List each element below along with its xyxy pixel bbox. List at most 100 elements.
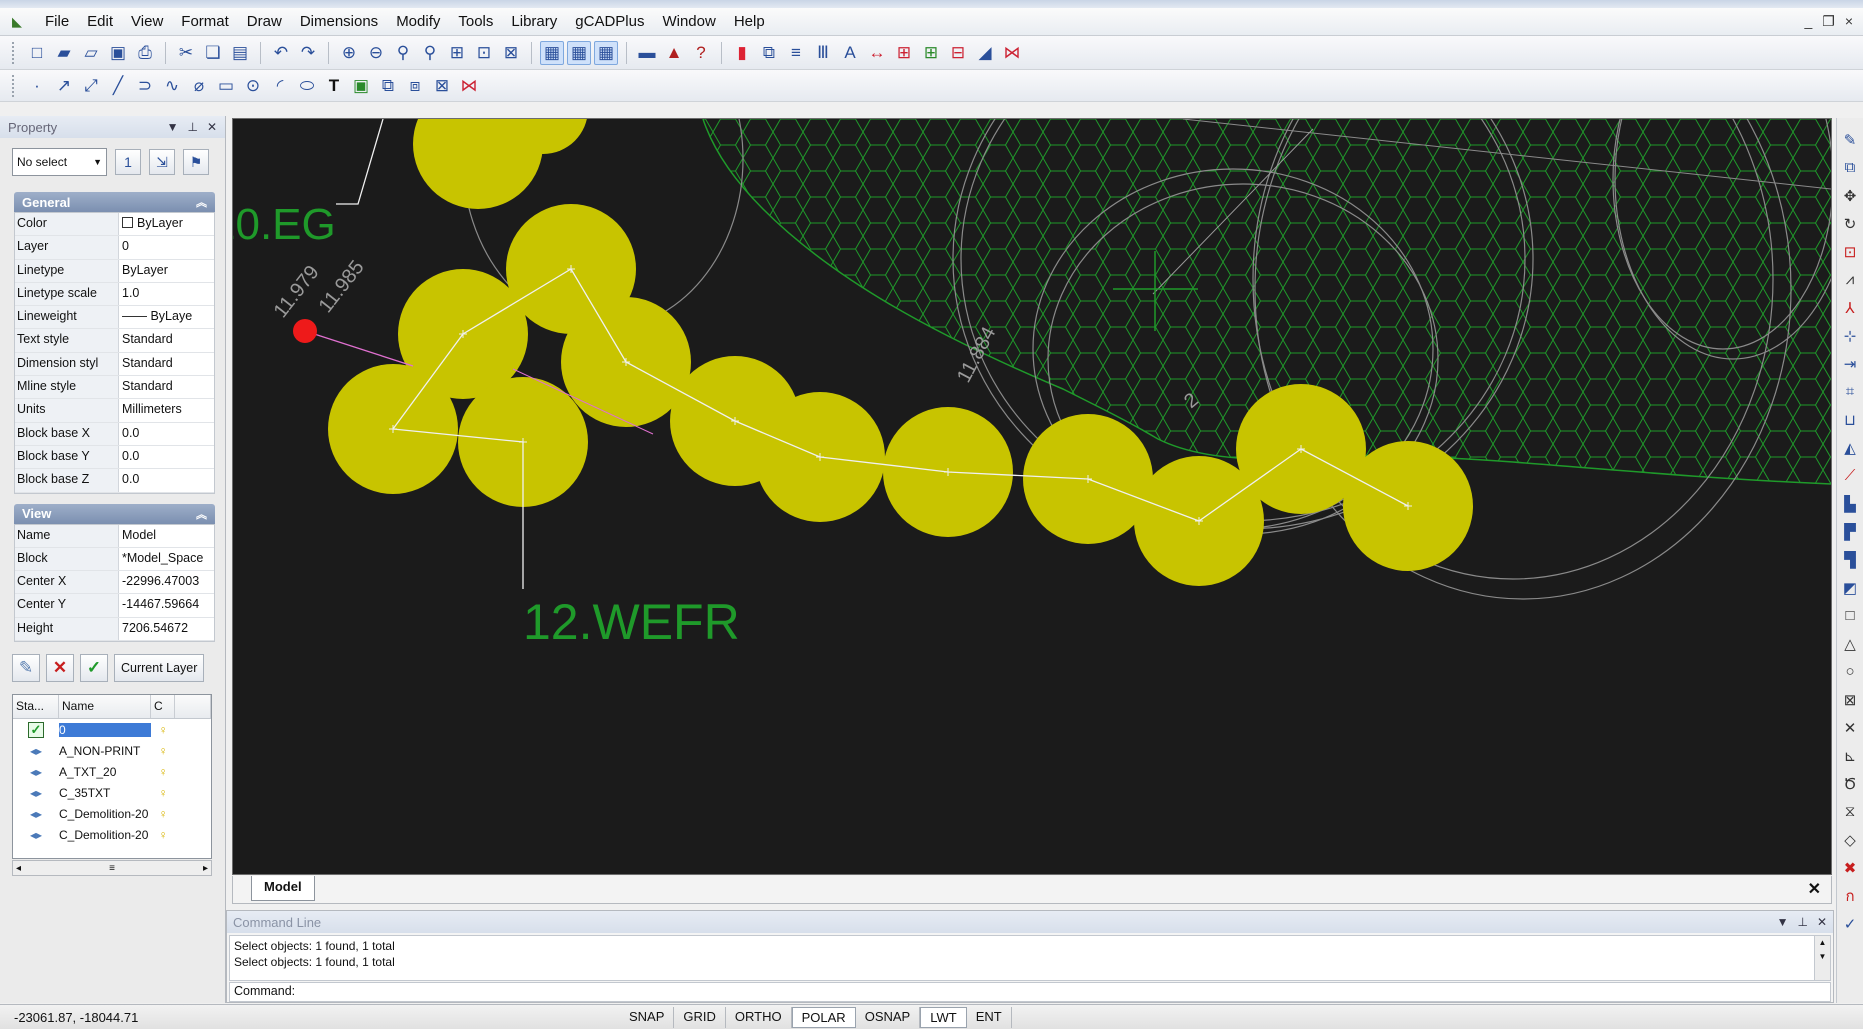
layer-manager-icon[interactable]: ⧉ — [757, 41, 781, 65]
property-value[interactable]: —— ByLaye — [119, 306, 214, 328]
restore-button[interactable]: ❐ — [1822, 13, 1835, 30]
new-file-icon[interactable]: □ — [25, 41, 49, 65]
lightbulb-icon[interactable]: ♀ — [151, 828, 175, 842]
xline-icon[interactable]: ⤢ — [79, 74, 103, 98]
snap-midpoint-icon[interactable]: △ — [1839, 632, 1861, 655]
scroll-thumb[interactable]: ≡ — [109, 863, 115, 874]
new-layer-icon[interactable]: ✎ — [12, 654, 40, 682]
drawing-svg[interactable]: 10.EG 12.WEFR 11.979 11.985 11.884 2 — [233, 119, 1831, 874]
cascade-icon[interactable]: ▦ — [594, 40, 618, 65]
status-toggle-snap[interactable]: SNAP — [620, 1006, 675, 1028]
snap-node-icon[interactable]: ⊠ — [1839, 688, 1861, 711]
property-value[interactable]: 0.0 — [119, 469, 214, 491]
status-toggle-lwt[interactable]: LWT — [920, 1006, 967, 1028]
scale-icon[interactable]: ⊡ — [1839, 240, 1861, 263]
zoom-window-icon[interactable]: ⊞ — [445, 41, 469, 65]
property-value[interactable]: Standard — [119, 353, 214, 375]
layer-row[interactable]: ◂▸ C_Demolition-20 ♀ — [13, 803, 211, 824]
stretch-icon[interactable]: ⌗ — [1839, 380, 1861, 403]
property-value[interactable]: 0.0 — [119, 423, 214, 445]
pin-icon[interactable]: ⊥ — [1797, 915, 1807, 929]
fillet-icon[interactable]: ⟋ — [1839, 464, 1861, 487]
explode-icon[interactable]: ▛ — [1839, 520, 1861, 543]
layer-status-icon[interactable]: ◂▸ — [13, 828, 59, 842]
hatch-draw-icon[interactable]: ⋈ — [457, 74, 481, 98]
rectangle-icon[interactable]: ▭ — [214, 74, 238, 98]
table-icon[interactable]: ⊟ — [946, 41, 970, 65]
open-recent-icon[interactable]: ▱ — [79, 41, 103, 65]
chamfer-icon[interactable]: ▙ — [1839, 492, 1861, 515]
block-define-icon[interactable]: ⧈ — [403, 74, 427, 98]
open-file-icon[interactable]: ▰ — [52, 41, 76, 65]
property-row[interactable]: Layer 0 — [15, 236, 214, 260]
lightbulb-icon[interactable]: ♀ — [151, 723, 175, 737]
layer-status-icon[interactable]: ◂▸ — [13, 765, 59, 779]
polyline-icon[interactable]: ⊃ — [133, 74, 157, 98]
paste-icon[interactable]: ▤ — [228, 41, 252, 65]
panel-close-icon[interactable]: ✕ — [207, 120, 217, 134]
delete-layer-icon[interactable]: ✕ — [46, 654, 74, 682]
layer-row[interactable]: ◂▸ A_TXT_20 ♀ — [13, 761, 211, 782]
drawing-canvas[interactable]: 10.EG 12.WEFR 11.979 11.985 11.884 2 — [232, 118, 1832, 875]
ellipse-icon[interactable]: ⬭ — [295, 74, 319, 98]
zoom-out-icon[interactable]: ⊖ — [364, 41, 388, 65]
menu-edit[interactable]: Edit — [78, 13, 122, 30]
rotate-icon[interactable]: ↻ — [1839, 212, 1861, 235]
panel-menu-icon[interactable]: ▼ — [167, 120, 179, 134]
trim-icon[interactable]: ⊹ — [1839, 324, 1861, 347]
menu-help[interactable]: Help — [725, 13, 774, 30]
property-row[interactable]: Name Model — [15, 524, 214, 548]
menu-gcadplus[interactable]: gCADPlus — [566, 13, 653, 30]
general-section-header[interactable]: General ︽ — [14, 192, 215, 212]
cut-icon[interactable]: ✂ — [174, 41, 198, 65]
property-row[interactable]: Dimension styl Standard — [15, 352, 214, 377]
offset-icon[interactable]: ⅄ — [1839, 296, 1861, 319]
snap-nearest-icon[interactable]: ⧖ — [1839, 800, 1861, 823]
property-row[interactable]: Lineweight —— ByLaye — [15, 306, 214, 330]
tile-horizontal-icon[interactable]: ▦ — [540, 40, 564, 65]
snap-quadrant-icon[interactable]: ◇ — [1839, 828, 1861, 851]
property-value[interactable]: Model — [119, 525, 214, 547]
menu-view[interactable]: View — [122, 13, 172, 30]
copy-icon[interactable]: ❏ — [201, 41, 225, 65]
align-icon[interactable]: ◩ — [1839, 576, 1861, 599]
tile-vertical-icon[interactable]: ▦ — [567, 40, 591, 65]
tab-model[interactable]: Model — [251, 876, 315, 901]
copy-object-icon[interactable]: ⧉ — [1839, 156, 1861, 179]
zoom-in-icon[interactable]: ⊕ — [337, 41, 361, 65]
app-logo-icon[interactable]: ◣ — [12, 14, 30, 29]
spline-icon[interactable]: ∿ — [160, 74, 184, 98]
redo-icon[interactable]: ↷ — [296, 41, 320, 65]
circle-icon[interactable]: ⊙ — [241, 74, 265, 98]
toolbar-grip[interactable] — [12, 74, 16, 97]
minimize-button[interactable]: _ — [1804, 13, 1812, 30]
status-toggle-ent[interactable]: ENT — [967, 1006, 1012, 1028]
property-row[interactable]: Linetype scale 1.0 — [15, 282, 214, 307]
current-layer-check-icon[interactable]: ✓ — [13, 721, 59, 738]
zoom-realtime-icon[interactable]: ⚲ — [391, 41, 415, 65]
column-on[interactable]: C — [151, 695, 175, 718]
lightbulb-icon[interactable]: ♀ — [151, 765, 175, 779]
zoom-previous-icon[interactable]: ⚲ — [418, 41, 442, 65]
status-toggle-polar[interactable]: POLAR — [791, 1006, 856, 1028]
property-row[interactable]: Block base X 0.0 — [15, 422, 214, 446]
menu-file[interactable]: File — [36, 13, 78, 30]
property-value[interactable]: 0.0 — [119, 446, 214, 468]
snap-none-icon[interactable]: ✖ — [1839, 856, 1861, 879]
menu-format[interactable]: Format — [172, 13, 238, 30]
current-layer-button[interactable]: Current Layer — [114, 654, 205, 682]
property-row[interactable]: Center X -22996.47003 — [15, 571, 214, 595]
arc-icon[interactable]: ◜ — [268, 74, 292, 98]
set-current-layer-icon[interactable]: ✓ — [80, 654, 108, 682]
property-value[interactable]: -22996.47003 — [119, 571, 214, 593]
snap-settings-icon[interactable]: ก — [1839, 884, 1861, 907]
break-icon[interactable]: ⊔ — [1839, 408, 1861, 431]
property-value[interactable]: 0 — [119, 236, 214, 258]
snap-tangent-icon[interactable]: Ծ — [1839, 772, 1861, 795]
panel-menu-icon[interactable]: ▼ — [1777, 915, 1789, 929]
property-value[interactable]: -14467.59664 — [119, 594, 214, 616]
property-value[interactable]: ByLayer — [119, 213, 214, 235]
property-row[interactable]: Text style Standard — [15, 329, 214, 353]
property-value[interactable]: Standard — [119, 376, 214, 398]
block-insert-icon[interactable]: ⧉ — [376, 74, 400, 98]
